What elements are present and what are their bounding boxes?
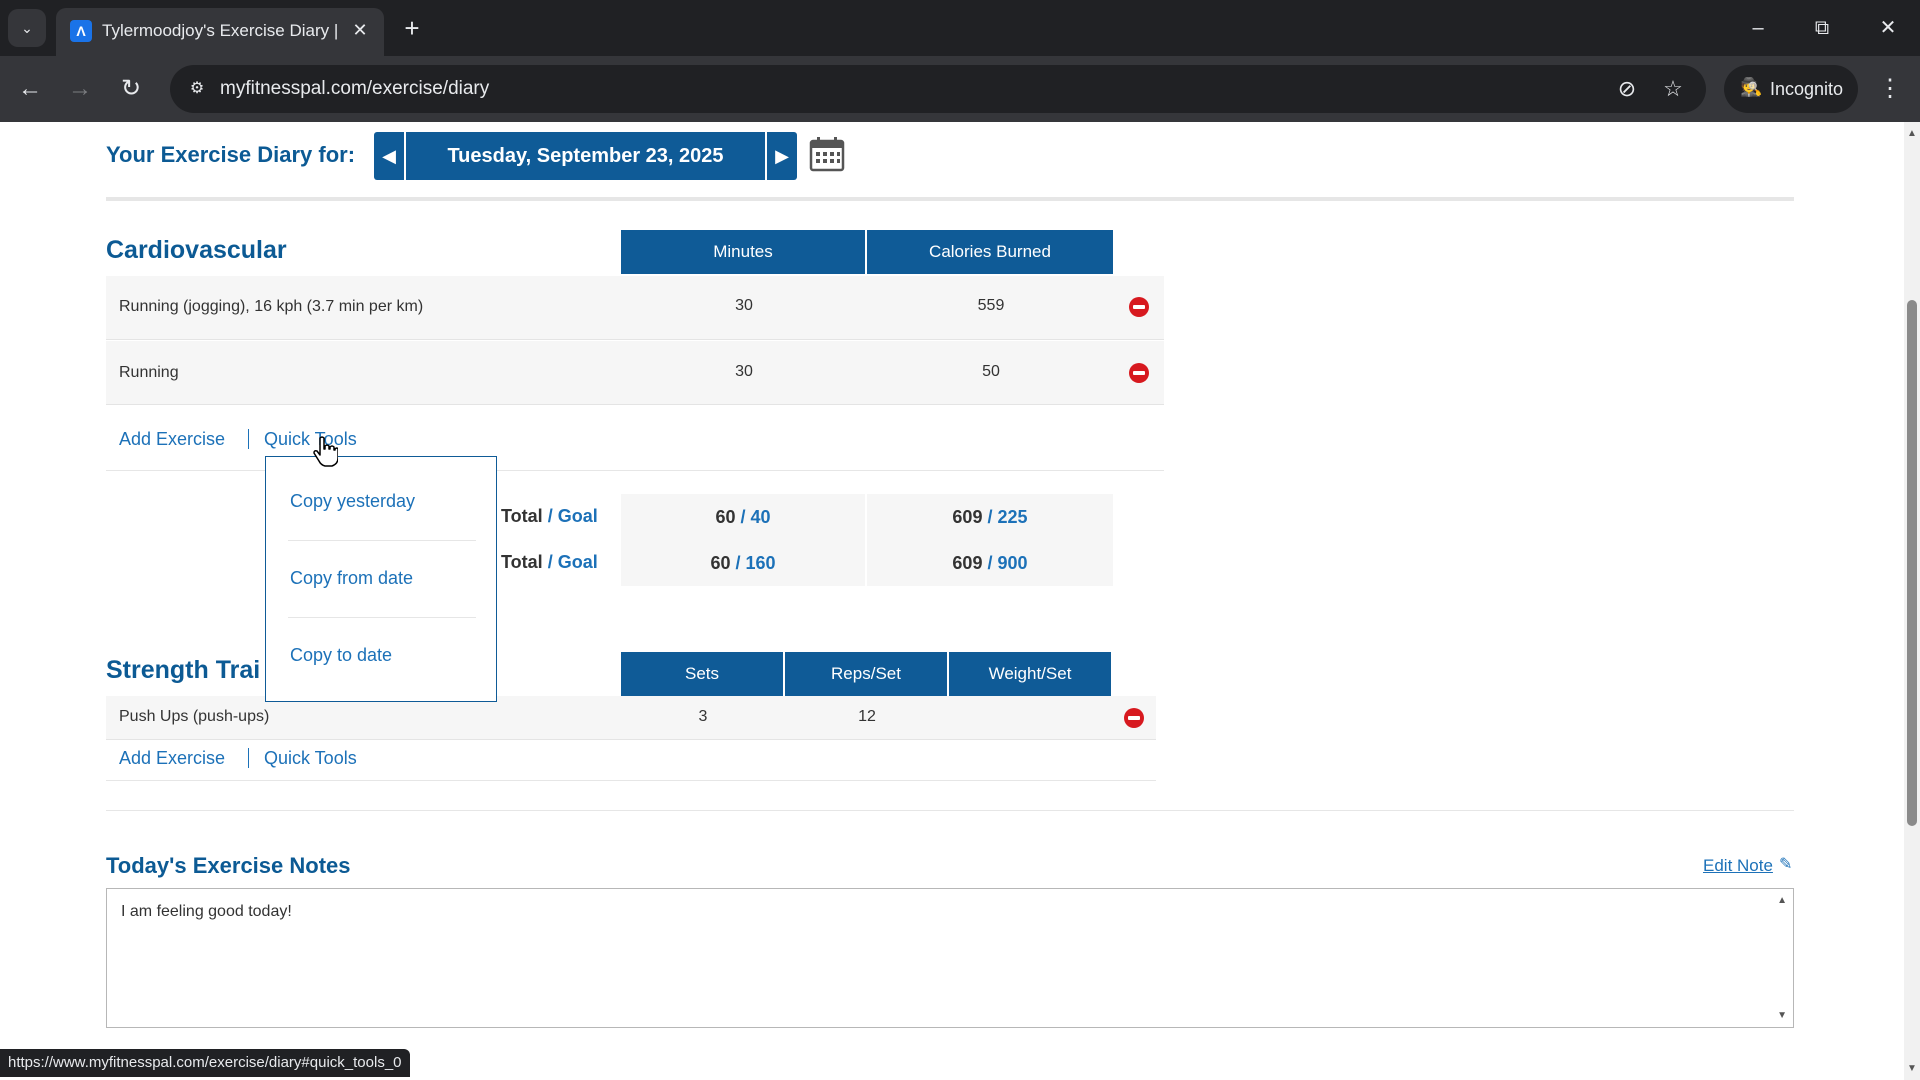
column-header-sets: Sets xyxy=(621,652,785,696)
exercise-name[interactable]: Push Ups (push-ups) xyxy=(119,708,269,726)
quick-tools-link[interactable]: Quick Tools xyxy=(264,429,357,450)
table-row: Running (jogging), 16 kph (3.7 min per k… xyxy=(106,276,1164,340)
address-bar[interactable]: ⚙ myfitnesspal.com/exercise/diary ⊘ ☆ xyxy=(170,65,1706,113)
kebab-menu-icon: ⋮ xyxy=(1878,75,1902,102)
exercise-minutes: 30 xyxy=(735,297,753,314)
browser-titlebar: ⌄ Λ Tylermoodjoy's Exercise Diary | ✕ + … xyxy=(0,0,1920,56)
incognito-indicator[interactable]: 🕵 Incognito xyxy=(1724,65,1858,113)
table-row: Running 30 50 xyxy=(106,341,1164,405)
chevron-down-icon: ⌄ xyxy=(21,20,33,36)
page-scrollbar[interactable]: ▲ ▼ xyxy=(1904,122,1920,1080)
previous-day-button[interactable]: ◀ xyxy=(374,132,406,180)
exercise-minutes: 30 xyxy=(735,363,753,380)
exercise-reps: 12 xyxy=(858,708,876,725)
exercise-name[interactable]: Running (jogging), 16 kph (3.7 min per k… xyxy=(119,298,423,316)
scroll-down-icon[interactable]: ▼ xyxy=(1777,1010,1787,1021)
close-window-button[interactable]: ✕ xyxy=(1868,8,1908,48)
menu-item-copy-from-date[interactable]: Copy from date xyxy=(290,568,413,589)
browser-menu-button[interactable]: ⋮ xyxy=(1870,69,1910,109)
hand-pointer-icon xyxy=(313,436,338,467)
calories-total-goal: 609 / 900 xyxy=(867,540,1115,586)
arrow-right-icon: → xyxy=(68,75,92,102)
add-exercise-link[interactable]: Add Exercise xyxy=(119,748,225,769)
divider xyxy=(106,810,1794,811)
delete-icon[interactable] xyxy=(1124,708,1144,728)
forward-button[interactable]: → xyxy=(60,69,100,109)
caret-left-icon: ◀ xyxy=(382,146,396,166)
column-header-calories: Calories Burned xyxy=(867,230,1115,274)
minimize-button[interactable]: – xyxy=(1738,8,1778,48)
menu-item-copy-yesterday[interactable]: Copy yesterday xyxy=(290,491,415,512)
delete-icon[interactable] xyxy=(1129,297,1149,317)
tune-icon[interactable]: ⚙ xyxy=(184,77,210,101)
incognito-icon: 🕵 xyxy=(1740,77,1763,97)
add-exercise-link[interactable]: Add Exercise xyxy=(119,429,225,450)
close-icon[interactable]: ✕ xyxy=(348,18,372,42)
incognito-label: Incognito xyxy=(1770,79,1844,99)
date-navigator: ◀ Tuesday, September 23, 2025 ▶ xyxy=(374,132,797,180)
quick-tools-menu: Copy yesterday Copy from date Copy to da… xyxy=(265,456,497,702)
notes-section-title: Today's Exercise Notes xyxy=(106,853,351,878)
notes-text: I am feeling good today! xyxy=(121,903,292,920)
column-header-minutes: Minutes xyxy=(621,230,867,274)
arrow-left-icon: ← xyxy=(18,75,42,102)
calories-total-goal: 609 / 225 xyxy=(867,494,1115,540)
page-content: Your Exercise Diary for: ◀ Tuesday, Sept… xyxy=(0,122,1904,1080)
next-day-button[interactable]: ▶ xyxy=(765,132,797,180)
divider xyxy=(288,540,476,541)
restore-icon: ⧉ xyxy=(1814,17,1830,39)
pencil-icon[interactable]: ✎ xyxy=(1779,854,1792,874)
tab-title: Tylermoodjoy's Exercise Diary | xyxy=(102,21,339,40)
myfitnesspal-icon: Λ xyxy=(70,20,92,42)
notes-textarea[interactable]: I am feeling good today! ▲ ▼ xyxy=(106,888,1794,1028)
close-icon: ✕ xyxy=(1879,17,1897,39)
link-separator xyxy=(248,748,249,768)
exercise-sets: 3 xyxy=(698,708,708,725)
divider xyxy=(106,780,1156,781)
calendar-icon[interactable] xyxy=(809,136,845,172)
cardio-section-title: Cardiovascular xyxy=(106,236,287,264)
restore-button[interactable]: ⧉ xyxy=(1802,8,1842,48)
exercise-name[interactable]: Running xyxy=(119,364,179,382)
menu-item-copy-to-date[interactable]: Copy to date xyxy=(290,645,392,666)
minutes-total-goal: 60 / 40 xyxy=(621,494,867,540)
reload-icon: ↻ xyxy=(120,75,142,102)
divider xyxy=(106,197,1794,201)
url-text[interactable]: myfitnesspal.com/exercise/diary xyxy=(220,78,489,100)
strength-section-title: Strength Trai xyxy=(106,656,261,684)
column-header-weight: Weight/Set xyxy=(949,652,1113,696)
current-date: Tuesday, September 23, 2025 xyxy=(447,145,724,167)
minimize-icon: – xyxy=(1752,17,1764,39)
total-goal-label: Total / Goal xyxy=(501,506,598,526)
tab-list-button[interactable]: ⌄ xyxy=(8,9,46,47)
edit-note-link[interactable]: Edit Note xyxy=(1703,856,1773,876)
caret-right-icon: ▶ xyxy=(775,146,789,166)
divider xyxy=(288,617,476,618)
delete-icon[interactable] xyxy=(1129,363,1149,383)
tab-exercise-diary[interactable]: Λ Tylermoodjoy's Exercise Diary | ✕ xyxy=(56,8,384,56)
table-row: Push Ups (push-ups) 3 12 xyxy=(106,696,1156,740)
eye-off-icon[interactable]: ⊘ xyxy=(1612,75,1642,103)
scroll-up-icon[interactable]: ▲ xyxy=(1777,895,1787,906)
browser-toolbar: ← → ↻ ⚙ myfitnesspal.com/exercise/diary … xyxy=(0,56,1920,122)
scroll-up-icon[interactable]: ▲ xyxy=(1907,128,1917,139)
scrollbar-thumb[interactable] xyxy=(1907,300,1917,826)
scroll-down-icon[interactable]: ▼ xyxy=(1907,1063,1917,1074)
link-separator xyxy=(248,429,249,449)
reload-button[interactable]: ↻ xyxy=(111,69,151,109)
minutes-total-goal: 60 / 160 xyxy=(621,540,867,586)
diary-date-label: Your Exercise Diary for: xyxy=(106,142,356,167)
exercise-calories: 559 xyxy=(977,297,1005,314)
plus-icon: + xyxy=(404,13,420,43)
exercise-calories: 50 xyxy=(982,363,1000,380)
column-header-reps: Reps/Set xyxy=(785,652,949,696)
quick-tools-link[interactable]: Quick Tools xyxy=(264,748,357,769)
total-goal-label: Total / Goal xyxy=(501,552,598,572)
status-bar-url: https://www.myfitnesspal.com/exercise/di… xyxy=(0,1049,410,1077)
back-button[interactable]: ← xyxy=(10,69,50,109)
new-tab-button[interactable]: + xyxy=(396,12,428,44)
star-icon[interactable]: ☆ xyxy=(1658,75,1688,103)
